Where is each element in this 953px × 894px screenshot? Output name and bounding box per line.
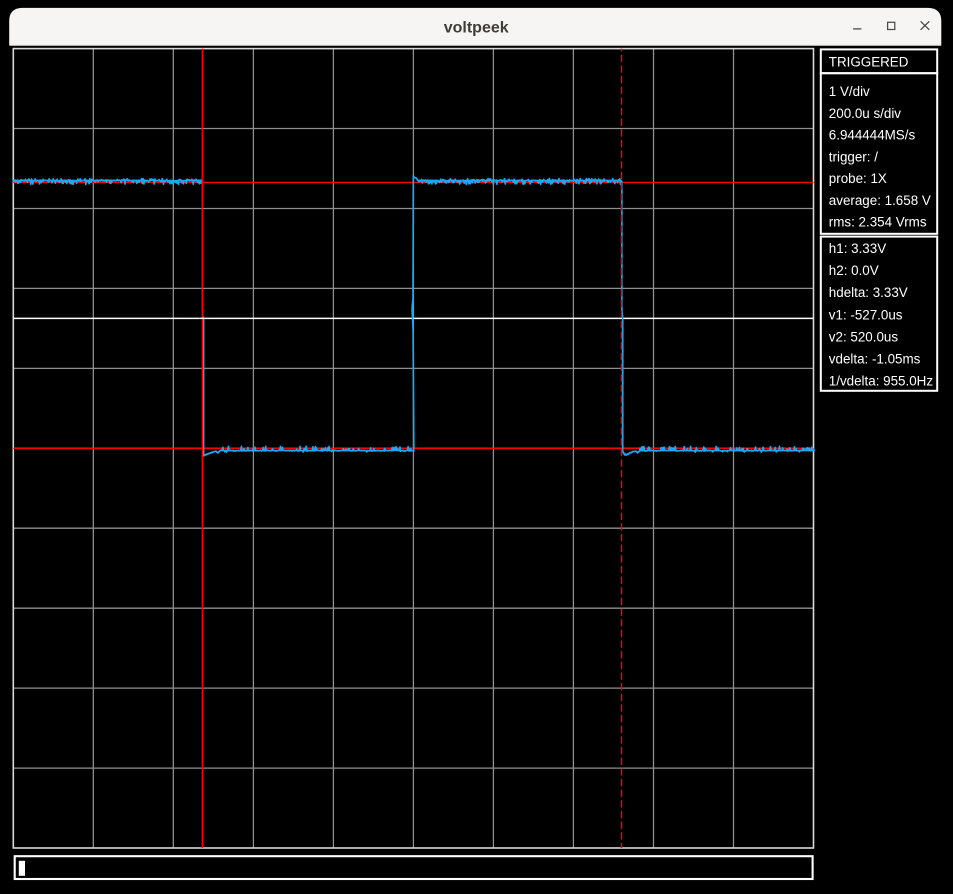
svg-text:h2: 0.0V: h2: 0.0V [829, 263, 879, 278]
svg-text:1 V/div: 1 V/div [829, 84, 870, 99]
svg-text:v1: -527.0us: v1: -527.0us [829, 307, 903, 322]
svg-text:v2: 520.0us: v2: 520.0us [829, 329, 899, 344]
svg-text:h1: 3.33V: h1: 3.33V [829, 241, 886, 256]
svg-text:rms: 2.354 Vrms: rms: 2.354 Vrms [829, 215, 927, 230]
svg-text:1/vdelta: 955.0Hz: 1/vdelta: 955.0Hz [829, 374, 934, 389]
svg-text:voltpeek: voltpeek [444, 19, 509, 36]
svg-text:TRIGGERED: TRIGGERED [829, 54, 909, 69]
svg-text:hdelta: 3.33V: hdelta: 3.33V [829, 285, 908, 300]
svg-text:6.944444MS/s: 6.944444MS/s [829, 128, 916, 143]
svg-text:vdelta: -1.05ms: vdelta: -1.05ms [829, 352, 921, 367]
svg-text:average: 1.658 V: average: 1.658 V [829, 193, 931, 208]
svg-text:200.0u s/div: 200.0u s/div [829, 106, 902, 121]
svg-text:trigger: /: trigger: / [829, 149, 878, 164]
svg-text:probe: 1X: probe: 1X [829, 171, 887, 186]
